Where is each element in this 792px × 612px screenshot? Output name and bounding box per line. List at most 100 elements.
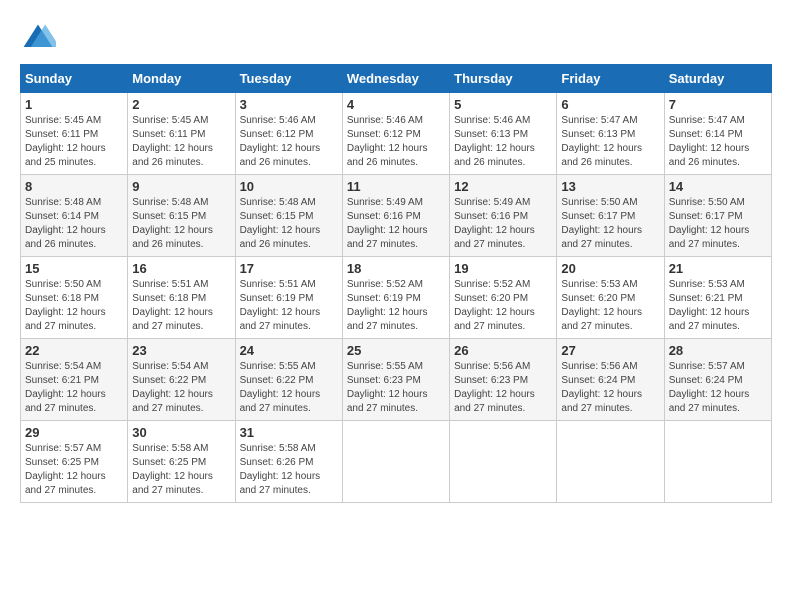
header-day-monday: Monday (128, 65, 235, 93)
calendar-week-2: 8 Sunrise: 5:48 AMSunset: 6:14 PMDayligh… (21, 175, 772, 257)
day-number: 9 (132, 179, 230, 194)
day-info: Sunrise: 5:48 AMSunset: 6:15 PMDaylight:… (240, 197, 321, 250)
day-info: Sunrise: 5:54 AMSunset: 6:22 PMDaylight:… (132, 361, 213, 414)
calendar-day-4: 4 Sunrise: 5:46 AMSunset: 6:12 PMDayligh… (342, 93, 449, 175)
calendar-day-7: 7 Sunrise: 5:47 AMSunset: 6:14 PMDayligh… (664, 93, 771, 175)
day-info: Sunrise: 5:58 AMSunset: 6:26 PMDaylight:… (240, 443, 321, 496)
day-number: 6 (561, 97, 659, 112)
header-day-friday: Friday (557, 65, 664, 93)
logo-icon (20, 20, 56, 56)
header-day-thursday: Thursday (450, 65, 557, 93)
day-info: Sunrise: 5:46 AMSunset: 6:12 PMDaylight:… (240, 115, 321, 168)
calendar-day-16: 16 Sunrise: 5:51 AMSunset: 6:18 PMDaylig… (128, 257, 235, 339)
day-number: 17 (240, 261, 338, 276)
calendar-week-4: 22 Sunrise: 5:54 AMSunset: 6:21 PMDaylig… (21, 339, 772, 421)
day-info: Sunrise: 5:46 AMSunset: 6:13 PMDaylight:… (454, 115, 535, 168)
calendar-table: SundayMondayTuesdayWednesdayThursdayFrid… (20, 64, 772, 503)
calendar-day-2: 2 Sunrise: 5:45 AMSunset: 6:11 PMDayligh… (128, 93, 235, 175)
day-number: 12 (454, 179, 552, 194)
day-info: Sunrise: 5:46 AMSunset: 6:12 PMDaylight:… (347, 115, 428, 168)
day-number: 14 (669, 179, 767, 194)
calendar-day-6: 6 Sunrise: 5:47 AMSunset: 6:13 PMDayligh… (557, 93, 664, 175)
calendar-day-13: 13 Sunrise: 5:50 AMSunset: 6:17 PMDaylig… (557, 175, 664, 257)
day-info: Sunrise: 5:47 AMSunset: 6:13 PMDaylight:… (561, 115, 642, 168)
day-info: Sunrise: 5:49 AMSunset: 6:16 PMDaylight:… (347, 197, 428, 250)
day-number: 19 (454, 261, 552, 276)
day-number: 22 (25, 343, 123, 358)
day-number: 18 (347, 261, 445, 276)
day-number: 24 (240, 343, 338, 358)
day-number: 11 (347, 179, 445, 194)
header (20, 20, 772, 56)
calendar-day-9: 9 Sunrise: 5:48 AMSunset: 6:15 PMDayligh… (128, 175, 235, 257)
day-number: 16 (132, 261, 230, 276)
day-number: 2 (132, 97, 230, 112)
calendar-day-31: 31 Sunrise: 5:58 AMSunset: 6:26 PMDaylig… (235, 421, 342, 503)
header-day-saturday: Saturday (664, 65, 771, 93)
calendar-day-1: 1 Sunrise: 5:45 AMSunset: 6:11 PMDayligh… (21, 93, 128, 175)
day-info: Sunrise: 5:57 AMSunset: 6:25 PMDaylight:… (25, 443, 106, 496)
calendar-day-18: 18 Sunrise: 5:52 AMSunset: 6:19 PMDaylig… (342, 257, 449, 339)
calendar-day-20: 20 Sunrise: 5:53 AMSunset: 6:20 PMDaylig… (557, 257, 664, 339)
day-info: Sunrise: 5:50 AMSunset: 6:18 PMDaylight:… (25, 279, 106, 332)
calendar-day-15: 15 Sunrise: 5:50 AMSunset: 6:18 PMDaylig… (21, 257, 128, 339)
calendar-day-14: 14 Sunrise: 5:50 AMSunset: 6:17 PMDaylig… (664, 175, 771, 257)
day-info: Sunrise: 5:50 AMSunset: 6:17 PMDaylight:… (669, 197, 750, 250)
day-number: 7 (669, 97, 767, 112)
calendar-empty-cell (450, 421, 557, 503)
day-number: 20 (561, 261, 659, 276)
calendar-day-3: 3 Sunrise: 5:46 AMSunset: 6:12 PMDayligh… (235, 93, 342, 175)
calendar-empty-cell (557, 421, 664, 503)
calendar-week-3: 15 Sunrise: 5:50 AMSunset: 6:18 PMDaylig… (21, 257, 772, 339)
day-number: 23 (132, 343, 230, 358)
day-number: 8 (25, 179, 123, 194)
day-info: Sunrise: 5:58 AMSunset: 6:25 PMDaylight:… (132, 443, 213, 496)
header-day-wednesday: Wednesday (342, 65, 449, 93)
day-info: Sunrise: 5:51 AMSunset: 6:19 PMDaylight:… (240, 279, 321, 332)
calendar-day-25: 25 Sunrise: 5:55 AMSunset: 6:23 PMDaylig… (342, 339, 449, 421)
calendar-day-27: 27 Sunrise: 5:56 AMSunset: 6:24 PMDaylig… (557, 339, 664, 421)
logo (20, 20, 62, 56)
day-info: Sunrise: 5:53 AMSunset: 6:20 PMDaylight:… (561, 279, 642, 332)
calendar-day-29: 29 Sunrise: 5:57 AMSunset: 6:25 PMDaylig… (21, 421, 128, 503)
calendar-day-12: 12 Sunrise: 5:49 AMSunset: 6:16 PMDaylig… (450, 175, 557, 257)
header-day-sunday: Sunday (21, 65, 128, 93)
day-info: Sunrise: 5:56 AMSunset: 6:24 PMDaylight:… (561, 361, 642, 414)
calendar-day-17: 17 Sunrise: 5:51 AMSunset: 6:19 PMDaylig… (235, 257, 342, 339)
calendar-day-19: 19 Sunrise: 5:52 AMSunset: 6:20 PMDaylig… (450, 257, 557, 339)
calendar-day-11: 11 Sunrise: 5:49 AMSunset: 6:16 PMDaylig… (342, 175, 449, 257)
page-container: SundayMondayTuesdayWednesdayThursdayFrid… (20, 20, 772, 503)
day-number: 31 (240, 425, 338, 440)
calendar-day-26: 26 Sunrise: 5:56 AMSunset: 6:23 PMDaylig… (450, 339, 557, 421)
calendar-week-1: 1 Sunrise: 5:45 AMSunset: 6:11 PMDayligh… (21, 93, 772, 175)
calendar-day-5: 5 Sunrise: 5:46 AMSunset: 6:13 PMDayligh… (450, 93, 557, 175)
day-number: 26 (454, 343, 552, 358)
day-number: 28 (669, 343, 767, 358)
day-number: 4 (347, 97, 445, 112)
day-number: 5 (454, 97, 552, 112)
calendar-header-row: SundayMondayTuesdayWednesdayThursdayFrid… (21, 65, 772, 93)
day-info: Sunrise: 5:52 AMSunset: 6:19 PMDaylight:… (347, 279, 428, 332)
day-number: 10 (240, 179, 338, 194)
day-info: Sunrise: 5:45 AMSunset: 6:11 PMDaylight:… (25, 115, 106, 168)
day-info: Sunrise: 5:55 AMSunset: 6:23 PMDaylight:… (347, 361, 428, 414)
calendar-day-30: 30 Sunrise: 5:58 AMSunset: 6:25 PMDaylig… (128, 421, 235, 503)
day-number: 13 (561, 179, 659, 194)
day-info: Sunrise: 5:49 AMSunset: 6:16 PMDaylight:… (454, 197, 535, 250)
day-info: Sunrise: 5:47 AMSunset: 6:14 PMDaylight:… (669, 115, 750, 168)
day-info: Sunrise: 5:52 AMSunset: 6:20 PMDaylight:… (454, 279, 535, 332)
calendar-day-22: 22 Sunrise: 5:54 AMSunset: 6:21 PMDaylig… (21, 339, 128, 421)
calendar-day-8: 8 Sunrise: 5:48 AMSunset: 6:14 PMDayligh… (21, 175, 128, 257)
day-number: 21 (669, 261, 767, 276)
day-info: Sunrise: 5:54 AMSunset: 6:21 PMDaylight:… (25, 361, 106, 414)
day-number: 3 (240, 97, 338, 112)
day-number: 1 (25, 97, 123, 112)
calendar-week-5: 29 Sunrise: 5:57 AMSunset: 6:25 PMDaylig… (21, 421, 772, 503)
calendar-day-24: 24 Sunrise: 5:55 AMSunset: 6:22 PMDaylig… (235, 339, 342, 421)
day-info: Sunrise: 5:57 AMSunset: 6:24 PMDaylight:… (669, 361, 750, 414)
header-day-tuesday: Tuesday (235, 65, 342, 93)
calendar-day-28: 28 Sunrise: 5:57 AMSunset: 6:24 PMDaylig… (664, 339, 771, 421)
calendar-day-10: 10 Sunrise: 5:48 AMSunset: 6:15 PMDaylig… (235, 175, 342, 257)
calendar-day-21: 21 Sunrise: 5:53 AMSunset: 6:21 PMDaylig… (664, 257, 771, 339)
day-info: Sunrise: 5:45 AMSunset: 6:11 PMDaylight:… (132, 115, 213, 168)
